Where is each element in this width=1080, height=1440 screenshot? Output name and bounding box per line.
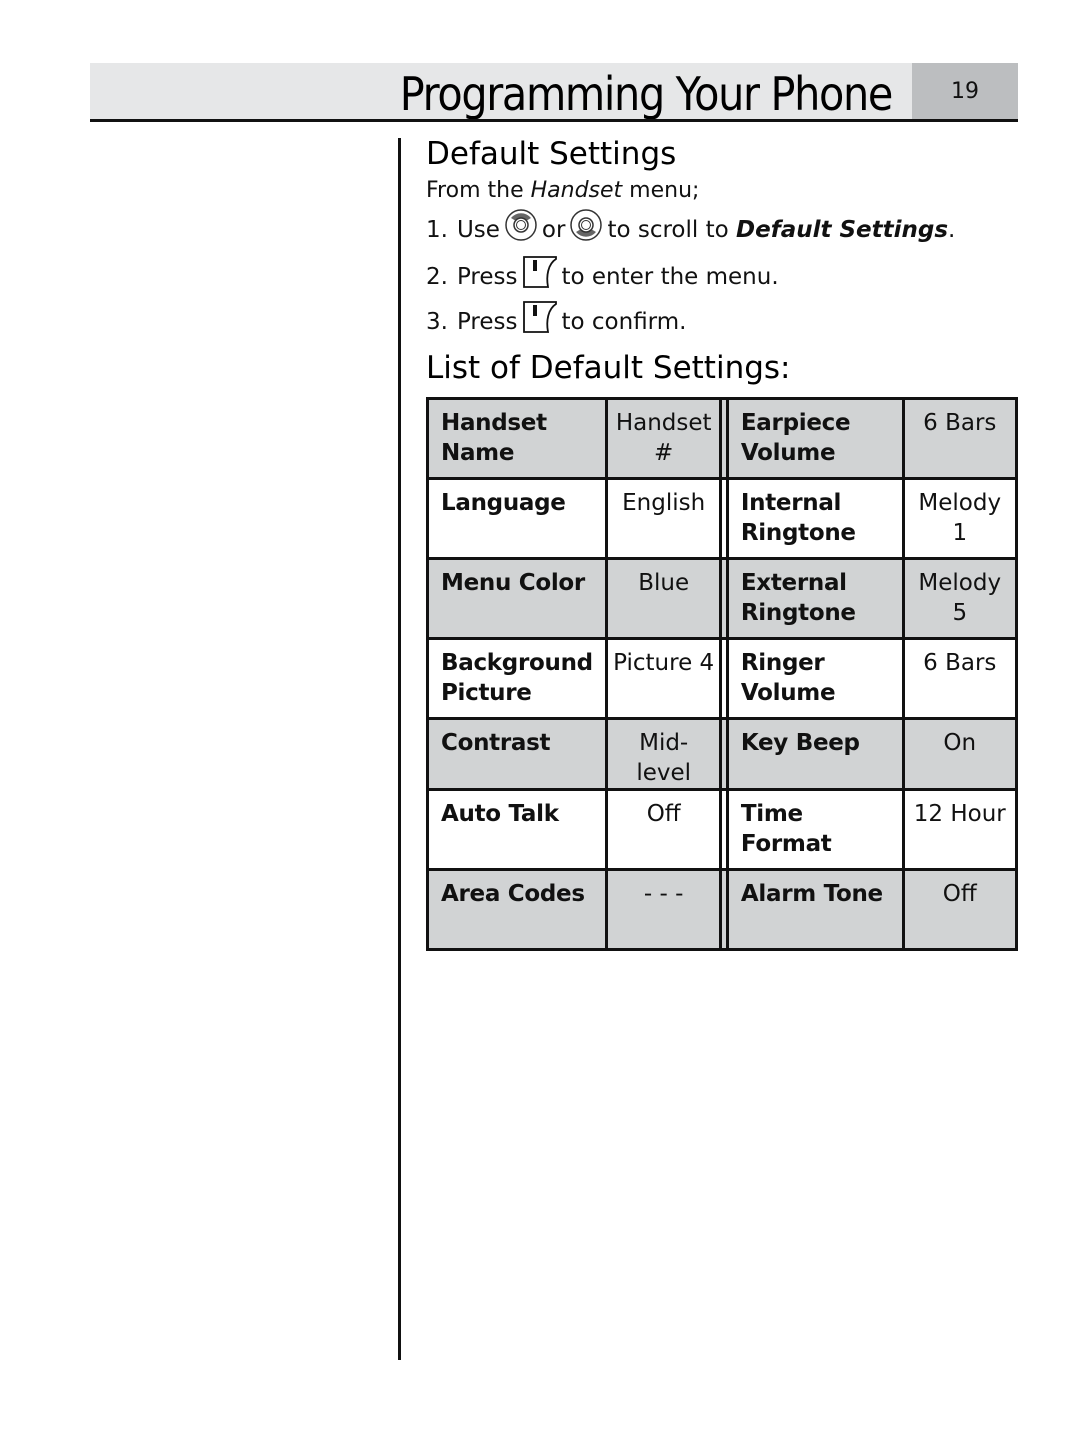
column-separator [718, 868, 729, 951]
nav-up-key-icon [504, 208, 538, 252]
setting-value: 6 Bars [901, 397, 1019, 480]
step-text: to scroll to [607, 217, 729, 243]
step-target: Default Settings [736, 217, 949, 243]
table-row: Auto Talk Off Time Format 12 Hour [425, 788, 1019, 871]
step-2: 2. Press to enter the menu. [426, 254, 779, 300]
step-text: Press [456, 264, 518, 290]
setting-value: Blue [605, 557, 722, 640]
setting-value: 12 Hour [901, 788, 1019, 871]
step-text: to enter the menu. [561, 264, 779, 290]
step-text: or [541, 217, 566, 243]
step-text: to confirm. [561, 309, 687, 335]
column-separator [718, 717, 729, 791]
page-number: 19 [951, 79, 979, 104]
setting-value: 6 Bars [901, 637, 1019, 720]
table-row: Contrast Mid-level Key Beep On [425, 717, 1019, 791]
setting-value: Picture 4 [605, 637, 722, 720]
column-divider [398, 138, 401, 1360]
setting-name: Menu Color [425, 557, 609, 640]
setting-name: Internal Ringtone [725, 477, 905, 560]
step-3: 3. Press to confirm. [426, 299, 686, 345]
column-separator [718, 788, 729, 871]
page-title: Programming Your Phone [399, 67, 894, 121]
setting-name: Auto Talk [425, 788, 609, 871]
setting-name: Earpiece Volume [725, 397, 905, 480]
menu-path-prefix: From the [426, 178, 531, 203]
table-row: Language English Internal Ringtone Melody 1 [425, 477, 1019, 560]
step-text: . [948, 217, 956, 243]
setting-name: Area Codes [425, 868, 609, 951]
table-row: Area Codes - - - Alarm Tone Off [425, 868, 1019, 951]
menu-path: From the Handset menu; [426, 176, 699, 206]
step-text: Press [456, 309, 518, 335]
setting-value: English [605, 477, 722, 560]
setting-value: On [901, 717, 1019, 791]
setting-name: Ringer Volume [725, 637, 905, 720]
table-row: Handset Name Handset # Earpiece Volume 6 Ba… [425, 397, 1019, 480]
menu-path-suffix: menu; [622, 178, 700, 203]
setting-name: Alarm Tone [725, 868, 905, 951]
left-softkey-icon [522, 299, 558, 345]
column-separator [718, 637, 729, 720]
setting-value: Handset # [605, 397, 722, 480]
column-separator [718, 477, 729, 560]
table-row: Background Picture Picture 4 Ringer Volume… [425, 637, 1019, 720]
header-rule [90, 119, 1018, 122]
step-text: Use [456, 217, 500, 243]
setting-name: Contrast [425, 717, 609, 791]
setting-name: Background Picture [425, 637, 609, 720]
table-row: Menu Color Blue External Ringtone Melody 5 [425, 557, 1019, 640]
setting-value: - - - [605, 868, 722, 951]
step-number: 3. [426, 309, 448, 335]
setting-name: Language [425, 477, 609, 560]
setting-value: Off [901, 868, 1019, 951]
list-title: List of Default Settings: [426, 350, 791, 386]
setting-value: Melody 5 [901, 557, 1019, 640]
setting-name: Key Beep [725, 717, 905, 791]
setting-name: Time Format [725, 788, 905, 871]
setting-name: External Ringtone [725, 557, 905, 640]
setting-name: Handset Name [425, 397, 609, 480]
section-title: Default Settings [426, 136, 677, 172]
column-separator [718, 557, 729, 640]
left-softkey-icon [522, 254, 558, 300]
column-separator [718, 397, 729, 480]
step-number: 1. [426, 217, 448, 243]
default-settings-table: Handset Name Handset # Earpiece Volume 6 Ba… [425, 397, 1019, 951]
step-1: 1. Use or to scroll to Default Settings. [426, 208, 955, 252]
step-number: 2. [426, 264, 448, 290]
setting-value: Mid-level [605, 717, 722, 791]
nav-down-key-icon [569, 208, 603, 252]
setting-value: Melody 1 [901, 477, 1019, 560]
setting-value: Off [605, 788, 722, 871]
menu-path-menu: Handset [530, 178, 623, 203]
